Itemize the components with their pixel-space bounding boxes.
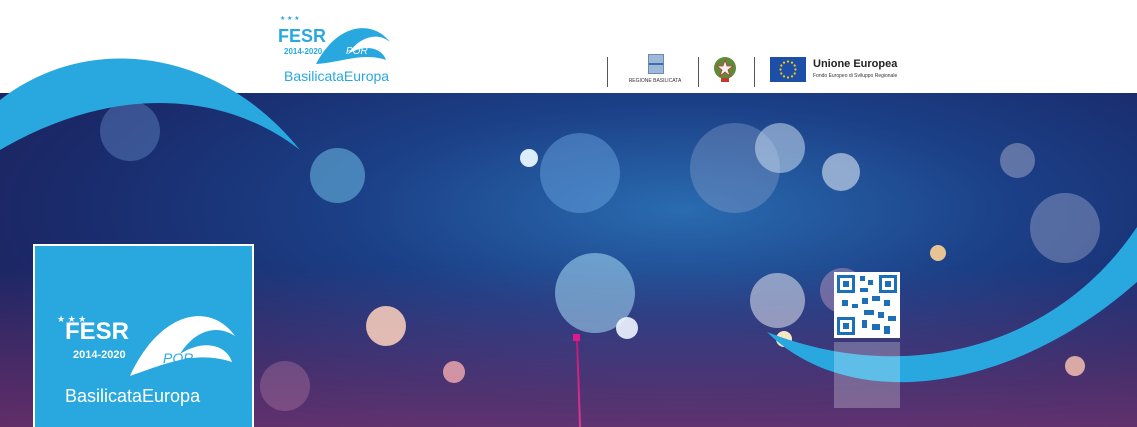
eu-subtitle: Fondo Europeo di Sviluppo Regionale (813, 73, 898, 79)
box-logo-fesr-text: FESR (65, 318, 130, 345)
bokeh-bubble (520, 149, 538, 167)
svg-text:★ ★ ★: ★ ★ ★ (280, 15, 299, 22)
bokeh-bubble (540, 133, 620, 213)
regione-basilicata-logo: REGIONE BASILICATA (620, 52, 690, 92)
decorative-swoosh-right (767, 227, 1137, 383)
logo-fesr-text: FESR (278, 26, 327, 46)
bokeh-bubble (616, 317, 638, 339)
map-pin-icon (573, 334, 580, 341)
bokeh-bubble (443, 361, 465, 383)
logo-por-text: POR (346, 46, 368, 57)
eu-flag-icon (770, 57, 806, 82)
header-divider (607, 57, 608, 87)
logo-years-text: 2014-2020 (284, 47, 323, 56)
header-divider (698, 57, 699, 87)
fesr-logo-box: ★ ★ ★ FESR 2014-2020 POR BasilicataEurop… (33, 244, 254, 427)
bokeh-bubble (366, 306, 406, 346)
eu-title: Unione Europea (813, 58, 898, 70)
bokeh-bubble (1000, 143, 1035, 178)
wave-logo-icon: ★ ★ ★ (57, 314, 235, 376)
banner-page: ★ ★ ★ FESR 2014-2020 POR BasilicataEurop… (0, 0, 1137, 427)
bokeh-bubble (755, 123, 805, 173)
header-divider (754, 57, 755, 87)
bokeh-bubble (260, 361, 310, 411)
qr-code-reflection (834, 342, 900, 408)
regione-label: REGIONE BASILICATA (628, 78, 682, 84)
bokeh-bubble (822, 153, 860, 191)
box-logo-por-text: POR (163, 350, 194, 366)
regione-basilicata-emblem-icon (648, 54, 664, 74)
box-logo-years-text: 2014-2020 (73, 349, 126, 361)
logo-brand-text: BasilicataEuropa (284, 68, 390, 84)
fesr-logo-header: ★ ★ ★ FESR 2014-2020 POR BasilicataEurop… (268, 12, 398, 90)
box-logo-brand-text: BasilicataEuropa (65, 386, 201, 406)
eu-logo: Unione Europea Fondo Europeo di Sviluppo… (770, 57, 940, 83)
qr-code-icon[interactable] (834, 272, 900, 338)
italian-republic-emblem-icon (714, 57, 736, 82)
